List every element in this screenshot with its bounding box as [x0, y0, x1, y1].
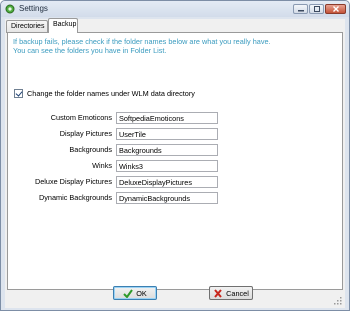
field-row-winks: Winks	[8, 160, 344, 172]
field-label: Display Pictures	[59, 129, 112, 138]
red-x-icon	[213, 288, 223, 298]
tab-backup[interactable]: Backup	[48, 18, 78, 33]
window-title: Settings	[19, 4, 48, 13]
display-pictures-input[interactable]	[116, 128, 218, 140]
backup-tab-panel: If backup fails, please check if the fol…	[7, 32, 343, 290]
change-folder-names-checkbox[interactable]	[14, 89, 23, 98]
field-label: Dynamic Backgrounds	[38, 193, 112, 202]
field-label: Backgrounds	[69, 145, 112, 154]
settings-window: Settings Directories Backup If backup fa…	[0, 0, 350, 311]
change-folder-names-option[interactable]: Change the folder names under WLM data d…	[14, 89, 195, 98]
field-label: Deluxe Display Pictures	[34, 177, 112, 186]
field-row-display-pictures: Display Pictures	[8, 128, 344, 140]
custom-emoticons-input[interactable]	[116, 112, 218, 124]
maximize-button[interactable]	[309, 4, 324, 14]
field-row-dynamic-backgrounds: Dynamic Backgrounds	[8, 192, 344, 204]
ok-button-label: OK	[136, 288, 147, 298]
dialog-body: Directories Backup If backup fails, plea…	[5, 18, 345, 308]
green-check-icon	[123, 288, 134, 298]
resize-grip-icon[interactable]	[334, 297, 342, 305]
change-folder-names-label: Change the folder names under WLM data d…	[27, 89, 195, 98]
field-row-custom-emoticons: Custom Emoticons	[8, 112, 344, 124]
cancel-button-label: Cancel	[226, 288, 249, 298]
field-row-deluxe-display-pictures: Deluxe Display Pictures	[8, 176, 344, 188]
minimize-icon	[297, 10, 304, 12]
minimize-button[interactable]	[293, 4, 308, 14]
field-label: Custom Emoticons	[50, 113, 112, 122]
info-line: You can see the folders you have in Fold…	[13, 46, 167, 55]
title-bar[interactable]: Settings	[1, 1, 349, 17]
dynamic-backgrounds-input[interactable]	[116, 192, 218, 204]
backup-info-text: If backup fails, please check if the fol…	[13, 37, 339, 55]
field-row-backgrounds: Backgrounds	[8, 144, 344, 156]
info-line: If backup fails, please check if the fol…	[13, 37, 271, 46]
deluxe-display-pictures-input[interactable]	[116, 176, 218, 188]
maximize-icon	[313, 6, 320, 12]
backgrounds-input[interactable]	[116, 144, 218, 156]
close-button[interactable]	[325, 4, 346, 14]
close-icon	[332, 6, 339, 12]
cancel-button[interactable]: Cancel	[209, 286, 253, 300]
winks-input[interactable]	[116, 160, 218, 172]
ok-button[interactable]: OK	[113, 286, 157, 300]
settings-app-icon	[5, 4, 15, 14]
field-label: Winks	[92, 161, 112, 170]
